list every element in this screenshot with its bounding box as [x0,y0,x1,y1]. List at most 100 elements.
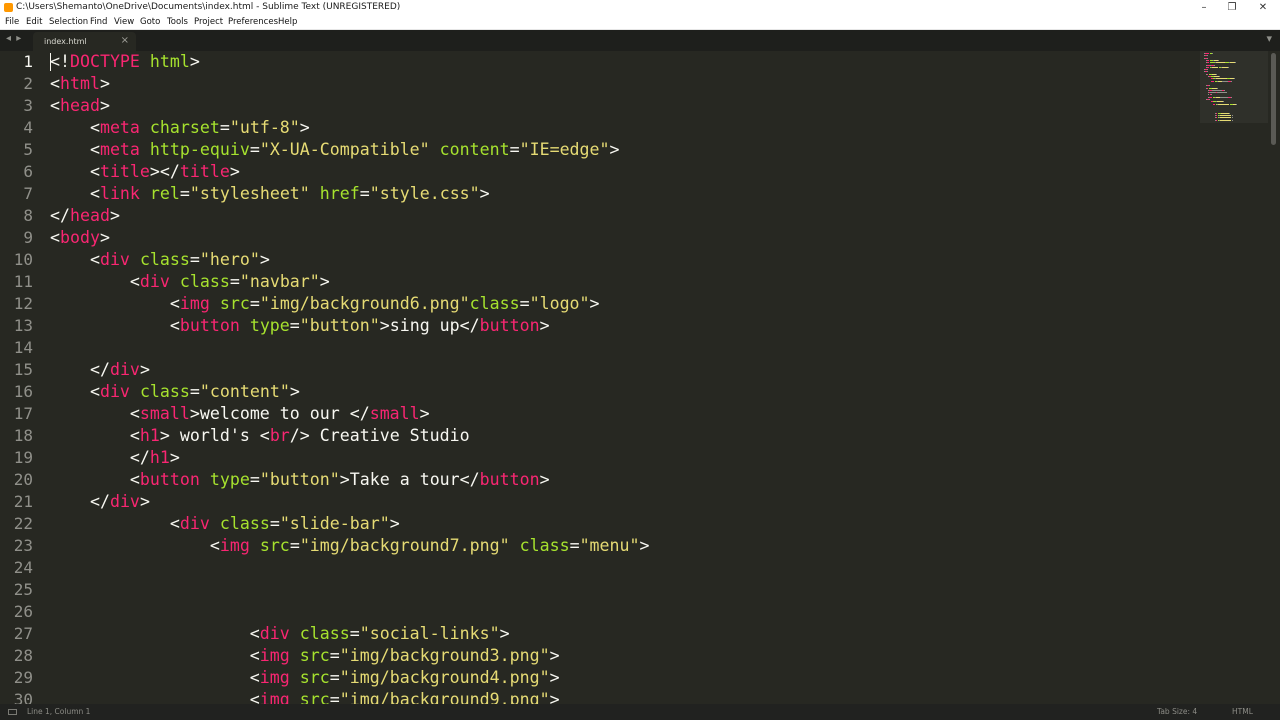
code-token: class [139,382,190,401]
code-token: > [289,382,300,401]
code-line[interactable]: <html> [50,73,110,95]
minimap-mark [1211,53,1213,54]
code-line[interactable]: <img src="img/background9.png"> [50,689,560,704]
tab-dropdown-icon[interactable]: ▾ [1266,32,1272,45]
code-line[interactable]: <body> [50,227,110,249]
menu-edit[interactable]: Edit [26,15,42,29]
code-token: h1 [149,448,170,467]
code-line[interactable]: <button type="button">Take a tour</butto… [50,469,550,491]
code-line[interactable]: <link rel="stylesheet" href="style.css"> [50,183,490,205]
menu-view[interactable]: View [114,15,134,29]
menu-goto[interactable]: Goto [140,15,160,29]
code-line[interactable]: <div class="navbar"> [50,271,330,293]
menu-preferences[interactable]: Preferences [228,15,278,29]
minimap-mark [1217,103,1230,105]
code-token: < [50,690,260,704]
line-number: 28 [13,646,33,665]
panel-toggle-icon[interactable] [8,709,17,715]
restore-button[interactable]: ❐ [1215,0,1249,15]
code-token: html [149,52,190,71]
code-line[interactable]: <img src="img/background3.png"> [50,645,560,667]
tab-nav-arrows-icon[interactable]: ◂ ▸ [6,33,22,44]
code-token: "img/background6.png" [259,294,470,313]
code-token: head [60,96,100,115]
code-line[interactable]: </div> [50,491,150,513]
code-line[interactable]: <img src="img/background6.png"class="log… [50,293,600,315]
code-token: meta [99,118,140,137]
code-line[interactable]: </head> [50,205,120,227]
code-token: = [219,118,230,137]
code-line[interactable]: <button type="button">sing up</button> [50,315,550,337]
tab-index-html[interactable]: index.html × [33,32,136,51]
code-line[interactable]: <div class="social-links"> [50,623,510,645]
code-token: charset [149,118,220,137]
minimap[interactable] [1200,51,1270,131]
code-token: > [189,52,200,71]
menu-project[interactable]: Project [194,15,223,29]
code-token: class [139,250,190,269]
code-token: = [289,316,300,335]
tab-size-selector[interactable]: Tab Size: 4 [1157,704,1197,720]
scrollbar-thumb[interactable] [1271,53,1276,145]
code-line[interactable]: <title></title> [50,161,240,183]
code-token: < [50,470,140,489]
line-number: 2 [23,74,33,93]
code-token: < [50,228,60,247]
code-token: class [519,536,570,555]
menu-selection[interactable]: Selection [49,15,88,29]
code-token: "hero" [199,250,260,269]
line-number: 1 [23,52,33,71]
minimap-mark [1211,80,1215,82]
tab-close-icon[interactable]: × [121,35,129,46]
close-window-button[interactable]: ✕ [1246,0,1280,15]
code-line[interactable]: <img src="img/background7.png" class="me… [50,535,650,557]
code-token: src [299,646,330,665]
code-token: < [50,316,180,335]
menu-help[interactable]: Help [278,15,297,29]
code-line[interactable]: <div class="content"> [50,381,300,403]
code-token: < [50,624,260,643]
code-token: "img/background7.png" [299,536,510,555]
code-line[interactable]: <small>welcome to our </small> [50,403,430,425]
menu-tools[interactable]: Tools [167,15,188,29]
code-token: > [109,206,120,225]
code-token: < [50,250,100,269]
code-line[interactable]: <h1> world's <br/> Creative Studio [50,425,470,447]
minimap-mark [1219,117,1232,119]
syntax-selector[interactable]: HTML [1232,704,1253,720]
code-line[interactable]: <!DOCTYPE html> [50,51,200,73]
code-token: "style.css" [369,184,480,203]
code-line[interactable]: </h1> [50,447,180,469]
minimap-mark [1219,115,1232,117]
menu-file[interactable]: File [5,15,19,29]
code-token: rel [149,184,180,203]
code-line[interactable]: <div class="hero"> [50,249,270,271]
code-token: div [259,624,290,643]
code-token: > [639,536,650,555]
code-token: img [259,690,290,704]
code-line[interactable]: <head> [50,95,110,117]
line-number: 29 [13,668,33,687]
menu-find[interactable]: Find [90,15,107,29]
code-token: h1 [139,426,160,445]
vertical-scrollbar[interactable] [1271,51,1277,704]
code-token: "menu" [579,536,640,555]
minimap-mark [1219,96,1228,98]
code-token: div [99,250,130,269]
line-number: 4 [23,118,33,137]
minimap-mark [1208,96,1213,98]
code-line[interactable]: <meta http-equiv="X-UA-Compatible" conte… [50,139,620,161]
line-number: 5 [23,140,33,159]
minimap-mark [1231,115,1233,117]
line-number: 14 [13,338,33,357]
code-line[interactable]: <div class="slide-bar"> [50,513,400,535]
menu-bar: File Edit Selection Find View Goto Tools… [0,15,1280,30]
code-token: > [99,228,110,247]
code-line[interactable]: <img src="img/background4.png"> [50,667,560,689]
code-line[interactable]: </div> [50,359,150,381]
code-editor[interactable]: 1 2 3 4 5 6 7 8 9 10 11 12 13 14 15 16 17 18 19 20 21 22 23 24 2… [0,51,1280,704]
code-line[interactable]: <meta charset="utf-8"> [50,117,310,139]
minimap-mark [1219,119,1232,121]
